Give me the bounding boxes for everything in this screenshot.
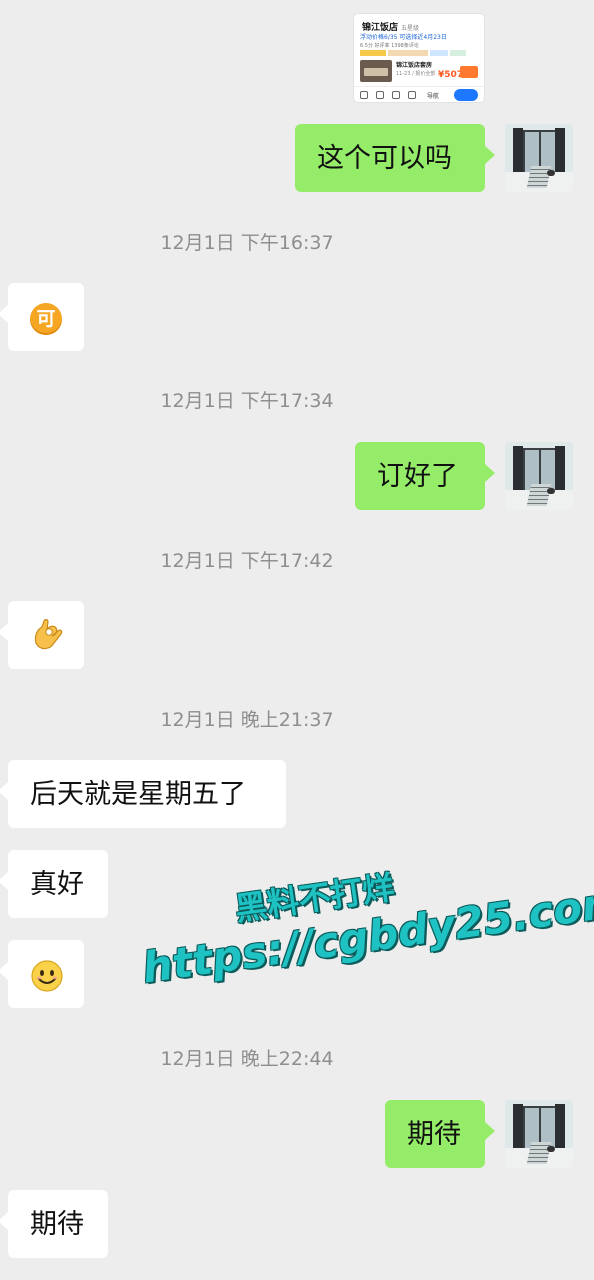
hotel-card-rating: 6.5分 好评率 1398条评论 (360, 43, 419, 49)
ok-hand-icon (34, 619, 63, 650)
watermark: 黑料不打烊 https://cgbdy25.com (133, 843, 594, 1027)
hotel-room-meta: 11-23 / 报价全部 (396, 71, 436, 77)
smile-icon (31, 960, 63, 992)
message-bubble-sent[interactable]: 期待 (385, 1100, 495, 1168)
message-bubble-received[interactable] (0, 940, 84, 1008)
book-badge (460, 66, 478, 78)
nav-icon (408, 91, 416, 99)
hotel-card-line: 浮动价格6/35 可选择近4月23日 (360, 34, 447, 41)
message-bubble-received[interactable]: 可 (0, 283, 84, 351)
hotel-card-nav-label: 导航 (427, 93, 440, 100)
hotel-room-name: 锦江饭店套房 (396, 62, 433, 69)
shared-hotel-image[interactable]: 锦江饭店 五星级 浮动价格6/35 可选择近4月23日 6.5分 好评率 1398… (354, 14, 484, 102)
message-bubble-received[interactable]: 后天就是星期五了 (0, 760, 286, 828)
home-icon (360, 91, 368, 99)
message-bubble-received[interactable]: 真好 (0, 850, 108, 918)
my-avatar[interactable] (505, 1100, 573, 1168)
star-icon (376, 91, 384, 99)
message-bubble-received[interactable] (0, 601, 84, 669)
timestamp: 12月1日 下午16:37 (160, 232, 334, 254)
hotel-card-tags (360, 50, 478, 57)
ke-approve-icon: 可 (30, 303, 62, 335)
message-bubble-sent[interactable]: 这个可以吗 (295, 124, 495, 192)
hotel-card-toolbar: 导航 (354, 86, 484, 102)
my-avatar[interactable] (505, 124, 573, 192)
timestamp: 12月1日 下午17:34 (160, 390, 334, 412)
timestamp: 12月1日 晚上22:44 (160, 1048, 334, 1070)
message-text: 期待 (30, 1209, 84, 1240)
message-text: 这个可以吗 (317, 143, 452, 174)
my-avatar[interactable] (505, 442, 573, 510)
message-text: 订好了 (377, 461, 458, 492)
timestamp: 12月1日 晚上21:37 (160, 709, 334, 731)
hotel-thumbnail (360, 60, 392, 82)
message-text: 期待 (407, 1119, 461, 1150)
timestamp: 12月1日 下午17:42 (160, 550, 334, 572)
message-text: 后天就是星期五了 (30, 779, 246, 810)
message-bubble-sent[interactable]: 订好了 (355, 442, 495, 510)
message-text: 真好 (30, 869, 84, 900)
share-icon (392, 91, 400, 99)
message-bubble-received[interactable]: 期待 (0, 1190, 108, 1258)
hotel-card-action-button (454, 89, 478, 101)
